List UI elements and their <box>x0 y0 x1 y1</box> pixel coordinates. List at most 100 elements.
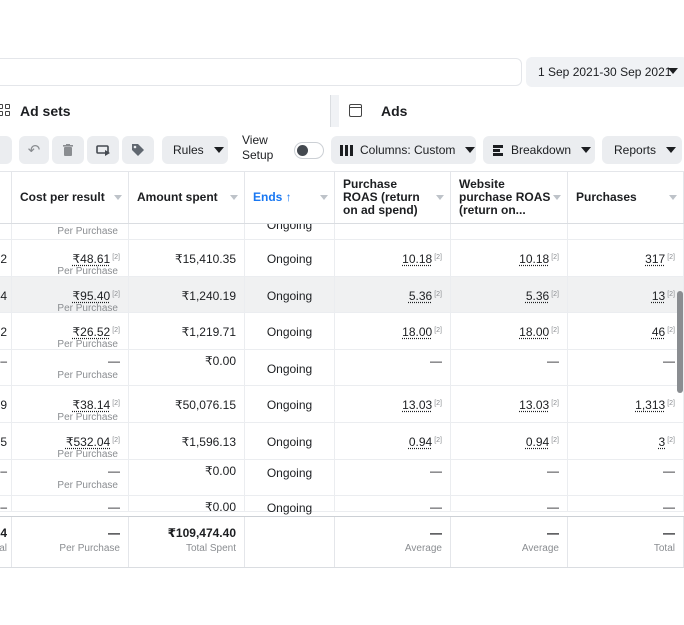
header-purchases[interactable]: Purchases <box>568 172 684 223</box>
value-text: ₹0.00 <box>205 354 236 368</box>
value-text: Ongoing <box>267 252 312 266</box>
trash-icon <box>62 144 74 157</box>
value-text: – <box>0 464 7 478</box>
cell-purchase-roas-value[interactable]: 18.00 [2] <box>402 325 442 339</box>
value-text: 5 <box>0 435 7 449</box>
duplicate-icon <box>96 144 111 157</box>
table-row[interactable]: 2 ₹26.52 [2] Per Purchase ₹1,219.71 Ongoing 18… <box>0 313 684 350</box>
cell-cost-per-result: ₹532.04 [2] Per Purchase <box>12 423 129 459</box>
header-label: Amount spent <box>137 191 218 204</box>
value-text: Ongoing <box>267 501 312 515</box>
header-label: Purchases <box>576 191 637 204</box>
table-row[interactable]: 2 ₹48.61 [2] Per Purchase ₹15,410.35 Ongoing 1… <box>0 240 684 277</box>
sort-icon <box>553 195 561 200</box>
cell-cost-per-result: — <box>12 496 129 511</box>
cell-cost-per-result-value[interactable]: ₹48.61 [2] <box>73 252 120 266</box>
cell-amount-spent: ₹0.00 <box>129 496 245 511</box>
cell-amount-spent-value: ₹1,240.19 <box>182 289 236 303</box>
value-text: – <box>0 500 7 514</box>
cell-purchase-roas-value[interactable]: 10.18 [2] <box>402 252 442 266</box>
cell-purchase-roas-value[interactable]: 0.94 [2] <box>409 435 442 449</box>
table-row[interactable]: – — ₹0.00 Ongoing — — — <box>0 496 684 512</box>
table-row[interactable]: 9 ₹38.14 [2] Per Purchase ₹50,076.15 Ongoing 1… <box>0 386 684 423</box>
scrollbar-thumb[interactable] <box>677 291 683 393</box>
duplicate-button[interactable] <box>87 136 119 164</box>
cell-cost-per-result-value: — <box>108 500 120 514</box>
undo-button[interactable]: ↶ <box>19 136 49 164</box>
header-label: Cost per result <box>20 191 105 204</box>
delete-button[interactable] <box>52 136 84 164</box>
cell-cost-per-result: ₹95.40 [2] Per Purchase <box>12 277 129 313</box>
cell-lead <box>0 224 12 239</box>
cell-purchases-value: — <box>663 500 675 514</box>
table-row[interactable]: – — Per Purchase ₹0.00 Ongoing — — — <box>0 350 684 387</box>
cell-roas <box>335 224 451 239</box>
cell-website-purchase-roas: — <box>451 496 568 511</box>
date-range-picker[interactable]: 1 Sep 2021-30 Sep 2021 <box>526 57 684 87</box>
footnote-mark: [2] <box>551 437 559 444</box>
header-cost-per-result[interactable]: Cost per result <box>12 172 129 223</box>
header-amount-spent[interactable]: Amount spent <box>129 172 245 223</box>
header-ends[interactable]: Ends ↑ <box>245 172 335 223</box>
cell-cost-per-result-value[interactable]: ₹38.14 [2] <box>73 398 120 412</box>
tag-button[interactable] <box>122 136 154 164</box>
chevron-down-icon <box>581 147 591 153</box>
columns-dropdown[interactable]: Columns: Custom <box>331 136 476 164</box>
cell-purchases-value[interactable]: 3 [2] <box>659 435 675 449</box>
cell-website-purchase-roas-value[interactable]: 5.36 [2] <box>526 289 559 303</box>
table-row[interactable]: 5 ₹532.04 [2] Per Purchase ₹1,596.13 Ongoing 0… <box>0 423 684 460</box>
cell-website-purchase-roas-value[interactable]: 18.00 [2] <box>519 325 559 339</box>
breakdown-dropdown[interactable]: Breakdown <box>483 136 595 164</box>
cell-amount-spent-value: ₹0.00 <box>205 354 236 368</box>
cell-cost-per-result-value[interactable]: ₹532.04 [2] <box>66 435 120 449</box>
cell-lead: 5 <box>0 423 12 459</box>
value-text: 18.00 <box>519 325 549 339</box>
cell-purchases-value[interactable]: 46 [2] <box>652 325 675 339</box>
cell-cost-per-result-value[interactable]: ₹95.40 [2] <box>73 289 120 303</box>
cell-purchase-roas-value[interactable]: 5.36 [2] <box>409 289 442 303</box>
cell-amount-spent-value: ₹0.00 <box>205 500 236 514</box>
cell-purchases-value[interactable]: 317 [2] <box>645 252 675 266</box>
cell-amount-spent-value: ₹1,219.71 <box>182 325 236 339</box>
cell-ends: Ongoing <box>245 423 335 459</box>
cell-ends-value: Ongoing <box>245 252 334 266</box>
cell-website-purchase-roas-value: — <box>547 500 559 514</box>
cell-amount-spent: ₹0.00 <box>129 350 245 386</box>
header-website-purchase-roas[interactable]: Website purchase ROAS (return on... <box>451 172 568 223</box>
value-text: Ongoing <box>267 435 312 449</box>
cell-website-purchase-roas: — <box>451 350 568 386</box>
sort-icon <box>436 195 444 200</box>
cell-cost-per-result-value[interactable]: ₹26.52 [2] <box>73 325 120 339</box>
value-text: — <box>547 500 559 514</box>
edit-button[interactable] <box>0 136 12 164</box>
header-purchase-roas[interactable]: Purchase ROAS (return on ad spend) <box>335 172 451 223</box>
tab-ad-sets[interactable]: Ad sets <box>0 95 331 127</box>
total-purchases: — Total <box>568 517 684 567</box>
cell-purchase-roas: — <box>335 350 451 386</box>
table-row[interactable]: – — Per Purchase ₹0.00 Ongoing — — — <box>0 460 684 497</box>
cell-purchases-value[interactable]: 13 [2] <box>652 289 675 303</box>
cell-website-purchase-roas-value[interactable]: 0.94 [2] <box>526 435 559 449</box>
sort-icon <box>669 195 677 200</box>
cell-website-purchase-roas-value[interactable]: 10.18 [2] <box>519 252 559 266</box>
total-value: — <box>663 526 675 540</box>
cell-purchase-roas: — <box>335 460 451 496</box>
value-text: ₹95.40 <box>73 289 111 303</box>
value-text: — <box>108 464 120 478</box>
search-filter-box[interactable] <box>0 58 522 86</box>
reports-dropdown[interactable]: Reports <box>602 136 682 164</box>
cell-purchase-roas-value[interactable]: 13.03 [2] <box>402 398 442 412</box>
cell-purchases-value[interactable]: 1,313 [2] <box>635 398 675 412</box>
tab-ads[interactable]: Ads <box>339 95 684 127</box>
value-text: ₹38.14 <box>73 398 111 412</box>
footnote-mark: [2] <box>112 291 120 298</box>
reports-label: Reports <box>614 143 656 157</box>
value-text: 5.36 <box>409 289 432 303</box>
ads-icon <box>349 104 362 117</box>
cell-website-purchase-roas-value[interactable]: 13.03 [2] <box>519 398 559 412</box>
table-row[interactable]: 4 ₹95.40 [2] Per Purchase ₹1,240.19 Ongoing 5.… <box>0 277 684 314</box>
rules-dropdown[interactable]: Rules <box>162 136 228 164</box>
toggle-knob <box>297 145 308 156</box>
view-setup-toggle[interactable] <box>294 142 324 159</box>
value-text: ₹532.04 <box>66 435 110 449</box>
